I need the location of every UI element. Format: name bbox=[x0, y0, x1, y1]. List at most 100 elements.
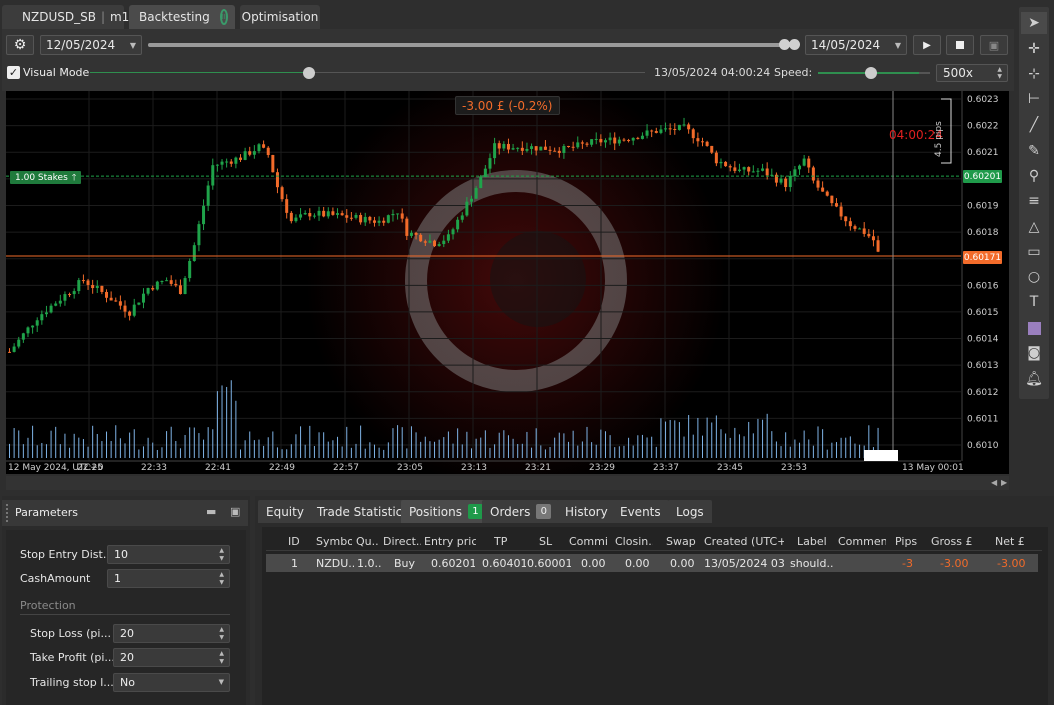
candle-body bbox=[414, 232, 418, 235]
col-header-commission[interactable]: Commi... bbox=[569, 535, 609, 548]
tab-logs[interactable]: Logs bbox=[668, 500, 712, 523]
rectangle-icon[interactable]: ▭ bbox=[1021, 241, 1047, 263]
scroll-right-icon[interactable]: ▶ bbox=[1001, 478, 1007, 487]
start-date-picker[interactable]: 12/05/2024 ▼ bbox=[40, 35, 142, 55]
price-tick-label: 0.6018 bbox=[967, 228, 999, 238]
param-cash-amount-input[interactable]: 1 ▲ ▼ bbox=[107, 569, 230, 588]
ellipse-icon[interactable]: ○ bbox=[1021, 266, 1047, 288]
col-header-id[interactable]: ID bbox=[288, 535, 312, 548]
trend-line-icon[interactable]: ╱ bbox=[1021, 114, 1047, 136]
save-button[interactable]: ▣ bbox=[980, 35, 1008, 55]
volume-bar bbox=[281, 449, 283, 458]
volume-bar bbox=[641, 434, 643, 458]
param-take-profit-input[interactable]: 20 ▲ ▼ bbox=[113, 648, 230, 667]
protection-section-title: Protection bbox=[20, 599, 76, 612]
volume-bar bbox=[346, 426, 348, 458]
candle-body bbox=[54, 303, 58, 306]
volume-bar bbox=[64, 433, 66, 458]
end-date-picker[interactable]: 14/05/2024 ▼ bbox=[805, 35, 907, 55]
col-header-comment[interactable]: Comment bbox=[838, 535, 886, 548]
col-header-gross[interactable]: Gross £ bbox=[931, 535, 973, 548]
pen-icon[interactable]: ✎ bbox=[1021, 140, 1047, 162]
chart-scrollbar[interactable]: ◀ ▶ bbox=[6, 476, 1009, 490]
tab-symbol[interactable]: NZDUSD_SB | m1 bbox=[2, 5, 129, 29]
positions-count-badge: 1 bbox=[467, 504, 483, 519]
visual-timeline-handle[interactable] bbox=[303, 67, 315, 79]
param-stop-loss-label: Stop Loss (pi... bbox=[30, 627, 111, 640]
tab-history[interactable]: History bbox=[557, 500, 616, 523]
candle-body bbox=[77, 280, 81, 292]
col-header-quantity[interactable]: Qu... bbox=[356, 535, 378, 548]
param-stop-entry-input[interactable]: 10 ▲ ▼ bbox=[107, 545, 230, 564]
speed-select[interactable]: 500x ▲ ▼ bbox=[936, 64, 1008, 82]
param-stop-loss-input[interactable]: 20 ▲ ▼ bbox=[113, 624, 230, 643]
measure-icon[interactable]: ⊢ bbox=[1021, 88, 1047, 110]
volume-bar bbox=[660, 418, 662, 458]
col-header-created[interactable]: Created (UTC+0 bbox=[704, 535, 784, 548]
volume-bar bbox=[350, 447, 352, 458]
chart-canvas[interactable]: 0.60230.60220.60210.60200.60190.60180.60… bbox=[6, 91, 1009, 474]
play-button[interactable]: ▶ bbox=[913, 35, 941, 55]
stepper-icon[interactable]: ▲ ▼ bbox=[219, 626, 224, 642]
stepper-icon[interactable]: ▲ ▼ bbox=[219, 547, 224, 563]
candle-body bbox=[285, 199, 289, 213]
camera-icon[interactable]: ◙ bbox=[1021, 342, 1047, 364]
price-chart[interactable]: 0.60230.60220.60210.60200.60190.60180.60… bbox=[6, 91, 1009, 474]
speed-handle[interactable] bbox=[865, 67, 877, 79]
time-tick-label: 23:29 bbox=[589, 463, 615, 473]
triangle-icon[interactable]: △ bbox=[1021, 216, 1047, 238]
candle-body bbox=[248, 151, 252, 155]
pause-icon[interactable]: II bbox=[219, 9, 228, 25]
tab-backtesting[interactable]: Backtesting II bbox=[129, 5, 235, 29]
tab-positions[interactable]: Positions 1 bbox=[401, 500, 491, 523]
progress-handle-end[interactable] bbox=[789, 39, 800, 50]
candle-body bbox=[229, 161, 233, 164]
color-square-icon[interactable] bbox=[1021, 317, 1047, 339]
volume-bar bbox=[240, 449, 241, 458]
col-header-sl[interactable]: SL bbox=[539, 535, 559, 548]
zoom-icon[interactable]: ⊹ bbox=[1021, 63, 1047, 85]
col-header-entry-price[interactable]: Entry price bbox=[424, 535, 476, 548]
stepper-icon[interactable]: ▲ ▼ bbox=[219, 571, 224, 587]
volume-bar bbox=[221, 385, 223, 458]
scroll-left-icon[interactable]: ◀ bbox=[991, 478, 997, 487]
cell-sl: 0.60001 bbox=[527, 557, 571, 570]
col-header-symbol[interactable]: Symbo bbox=[316, 535, 352, 548]
col-header-label[interactable]: Label bbox=[797, 535, 827, 548]
volume-bar bbox=[318, 432, 320, 458]
stop-button[interactable] bbox=[946, 35, 974, 55]
stakes-label[interactable]: 1.00 Stakes 🡑 bbox=[10, 171, 82, 184]
col-header-closing[interactable]: Closin... bbox=[615, 535, 653, 548]
pin-icon[interactable]: ⚲ bbox=[1021, 165, 1047, 187]
volume-bar bbox=[258, 439, 260, 458]
tab-optimisation[interactable]: Optimisation bbox=[240, 5, 320, 29]
text-icon[interactable]: T bbox=[1021, 291, 1047, 313]
tab-events[interactable]: Events bbox=[612, 500, 669, 523]
fibonacci-icon[interactable]: ≡ bbox=[1021, 190, 1047, 212]
minimize-icon[interactable]: ▬ bbox=[206, 505, 216, 518]
settings-button[interactable]: ⚙ bbox=[6, 35, 34, 55]
stepper-icon[interactable]: ▲ ▼ bbox=[219, 650, 224, 666]
tab-equity[interactable]: Equity bbox=[258, 500, 312, 523]
volume-bar bbox=[822, 429, 824, 458]
col-header-swap[interactable]: Swap bbox=[666, 535, 696, 548]
col-header-pips[interactable]: Pips bbox=[895, 535, 919, 548]
tab-events-label: Events bbox=[620, 504, 661, 519]
col-header-tp[interactable]: TP bbox=[494, 535, 514, 548]
col-header-net[interactable]: Net £ bbox=[995, 535, 1027, 548]
volume-bar bbox=[387, 442, 389, 458]
crosshair-icon[interactable]: ✛ bbox=[1021, 38, 1047, 60]
volume-bar bbox=[45, 444, 47, 458]
cursor-icon[interactable]: ➤ bbox=[1021, 12, 1047, 34]
candle-body bbox=[289, 212, 293, 222]
param-trailing-stop-label: Trailing stop l... bbox=[30, 676, 114, 689]
visual-mode-checkbox[interactable]: ✓ bbox=[7, 66, 20, 79]
orders-count-badge: 0 bbox=[536, 504, 552, 519]
col-header-direction[interactable]: Direct... bbox=[383, 535, 421, 548]
alert-bell-icon[interactable]: 🔔︎ bbox=[1021, 368, 1047, 390]
param-trailing-stop-select[interactable]: No ▼ bbox=[113, 673, 230, 692]
candle-body bbox=[396, 213, 400, 215]
tab-orders[interactable]: Orders 0 bbox=[482, 500, 560, 523]
progress-track[interactable] bbox=[148, 43, 788, 47]
save-icon[interactable]: ▣ bbox=[230, 505, 240, 518]
